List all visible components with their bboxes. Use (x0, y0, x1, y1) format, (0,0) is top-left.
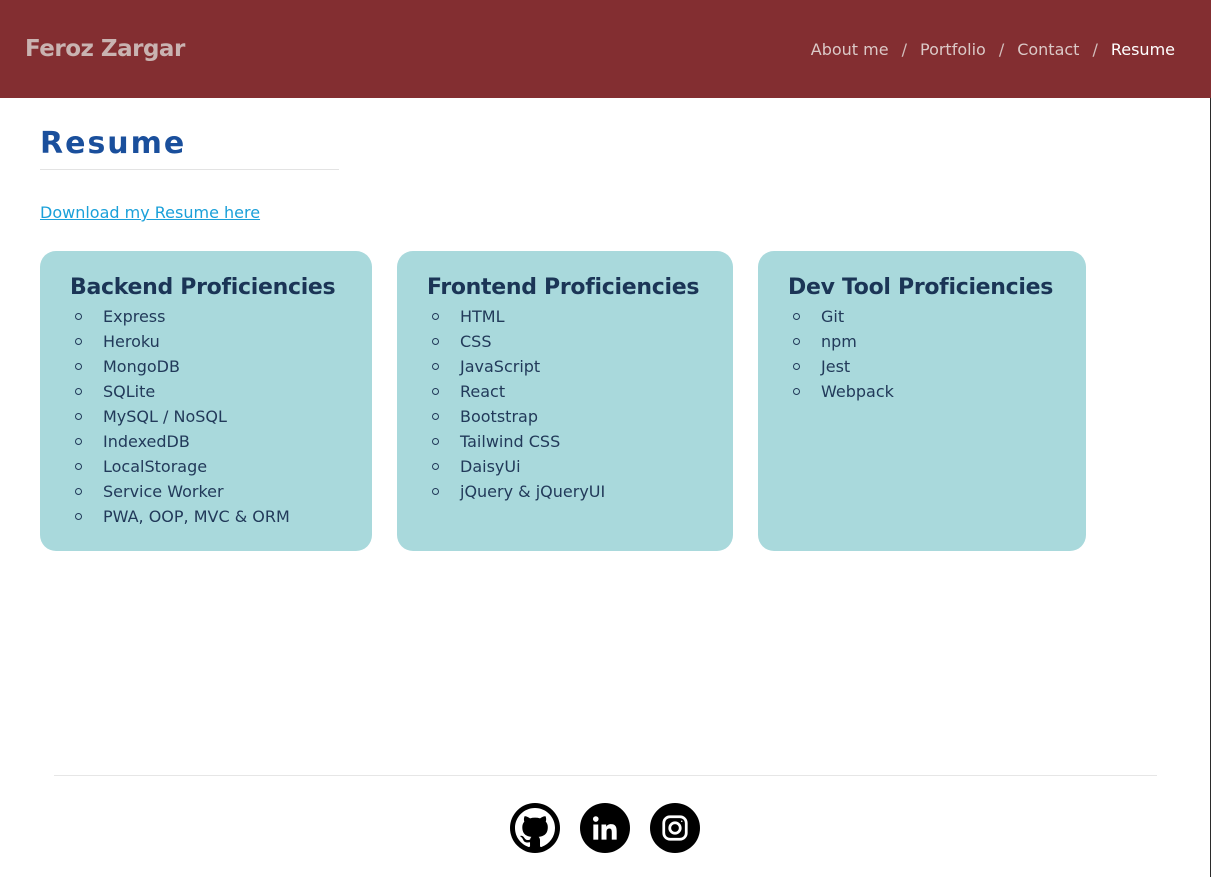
circle-bullet-icon (432, 488, 439, 495)
list-item: SQLite (75, 379, 372, 404)
circle-bullet-icon (432, 363, 439, 370)
list-item: LocalStorage (75, 454, 372, 479)
title-divider (40, 169, 339, 170)
list-item: MySQL / NoSQL (75, 404, 372, 429)
card-title: Frontend Proficiencies (427, 275, 700, 300)
list-item: PWA, OOP, MVC & ORM (75, 504, 372, 529)
list-item: HTML (432, 304, 733, 329)
brand-name[interactable]: Feroz Zargar (25, 36, 185, 62)
skill-label: DaisyUi (460, 457, 521, 476)
main-nav: About me / Portfolio / Contact / Resume (811, 40, 1175, 59)
skill-list: HTML CSS JavaScript React Bootstrap Tail… (432, 304, 733, 504)
skill-label: Jest (821, 357, 851, 376)
linkedin-icon[interactable] (580, 803, 630, 853)
list-item: npm (793, 329, 1086, 354)
list-item: Express (75, 304, 372, 329)
skill-label: MySQL / NoSQL (103, 407, 227, 426)
list-item: IndexedDB (75, 429, 372, 454)
circle-bullet-icon (432, 413, 439, 420)
nav-contact[interactable]: Contact (1017, 40, 1079, 59)
skill-label: MongoDB (103, 357, 180, 376)
footer-divider (54, 775, 1157, 776)
circle-bullet-icon (75, 438, 82, 445)
skill-label: LocalStorage (103, 457, 208, 476)
circle-bullet-icon (793, 338, 800, 345)
list-item: jQuery & jQueryUI (432, 479, 733, 504)
card-title: Backend Proficiencies (70, 275, 336, 300)
list-item: JavaScript (432, 354, 733, 379)
skill-label: jQuery & jQueryUI (460, 482, 606, 501)
skill-label: Tailwind CSS (460, 432, 561, 451)
circle-bullet-icon (432, 338, 439, 345)
list-item: MongoDB (75, 354, 372, 379)
skill-list: Git npm Jest Webpack (793, 304, 1086, 404)
nav-separator: / (901, 39, 907, 59)
list-item: Tailwind CSS (432, 429, 733, 454)
skill-label: Webpack (821, 382, 894, 401)
list-item: Webpack (793, 379, 1086, 404)
list-item: DaisyUi (432, 454, 733, 479)
circle-bullet-icon (75, 463, 82, 470)
circle-bullet-icon (793, 313, 800, 320)
download-resume-link[interactable]: Download my Resume here (40, 203, 260, 222)
github-icon[interactable] (510, 803, 560, 853)
circle-bullet-icon (75, 413, 82, 420)
site-header: Feroz Zargar About me / Portfolio / Cont… (0, 0, 1211, 98)
list-item: React (432, 379, 733, 404)
instagram-icon[interactable] (650, 803, 700, 853)
skill-label: npm (821, 332, 857, 351)
devtool-proficiencies-card: Dev Tool Proficiencies Git npm Jest Webp… (758, 251, 1086, 551)
frontend-proficiencies-card: Frontend Proficiencies HTML CSS JavaScri… (397, 251, 733, 551)
skill-label: Express (103, 307, 166, 326)
circle-bullet-icon (75, 338, 82, 345)
nav-separator: / (998, 39, 1005, 59)
skill-label: SQLite (103, 382, 156, 401)
circle-bullet-icon (432, 438, 439, 445)
skill-label: HTML (460, 307, 505, 326)
circle-bullet-icon (75, 488, 82, 495)
circle-bullet-icon (75, 313, 82, 320)
circle-bullet-icon (75, 513, 82, 520)
page-title: Resume (40, 126, 187, 161)
list-item: CSS (432, 329, 733, 354)
circle-bullet-icon (75, 363, 82, 370)
nav-portfolio[interactable]: Portfolio (920, 40, 986, 59)
nav-separator: / (1092, 39, 1098, 59)
skill-label: React (460, 382, 506, 401)
skill-label: Heroku (103, 332, 160, 351)
nav-about-me[interactable]: About me (811, 40, 889, 59)
list-item: Git (793, 304, 1086, 329)
nav-resume[interactable]: Resume (1111, 40, 1175, 59)
skill-label: PWA, OOP, MVC & ORM (103, 507, 290, 526)
list-item: Service Worker (75, 479, 372, 504)
backend-proficiencies-card: Backend Proficiencies Express Heroku Mon… (40, 251, 372, 551)
skill-label: Git (821, 307, 845, 326)
card-title: Dev Tool Proficiencies (788, 275, 1054, 300)
skill-list: Express Heroku MongoDB SQLite MySQL / No… (75, 304, 372, 529)
circle-bullet-icon (432, 388, 439, 395)
list-item: Jest (793, 354, 1086, 379)
circle-bullet-icon (793, 388, 800, 395)
social-links (510, 803, 700, 853)
circle-bullet-icon (432, 313, 439, 320)
list-item: Bootstrap (432, 404, 733, 429)
circle-bullet-icon (793, 363, 800, 370)
skill-label: CSS (460, 332, 492, 351)
skill-label: Service Worker (103, 482, 224, 501)
circle-bullet-icon (432, 463, 439, 470)
skill-label: Bootstrap (460, 407, 538, 426)
circle-bullet-icon (75, 388, 82, 395)
skill-label: JavaScript (460, 357, 541, 376)
skill-label: IndexedDB (103, 432, 190, 451)
list-item: Heroku (75, 329, 372, 354)
